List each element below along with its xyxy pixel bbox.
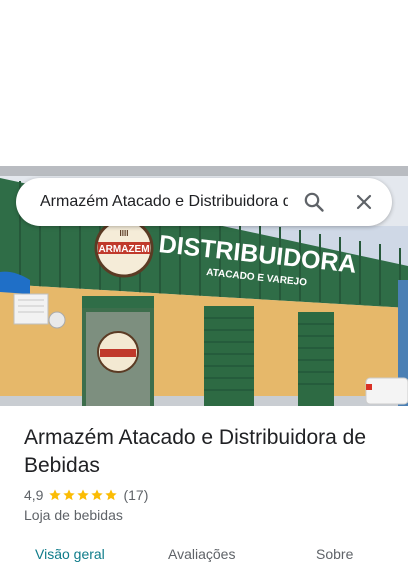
rating-value: 4,9	[24, 487, 44, 503]
tab-about[interactable]: Sobre	[316, 546, 353, 562]
logo-text: ARMAZEM	[98, 244, 149, 255]
review-count[interactable]: (17)	[123, 487, 148, 503]
tab-overview[interactable]: Visão geral	[35, 546, 105, 562]
star-icon	[77, 489, 90, 501]
search-bar[interactable]: Armazém Atacado e Distribuidora de Bebid…	[16, 178, 392, 226]
logo-top-text: IIII	[120, 229, 129, 238]
star-icon	[105, 489, 118, 501]
star-icon	[63, 489, 76, 501]
rating-row[interactable]: 4,9 (17)	[24, 486, 148, 504]
tab-reviews[interactable]: Avaliações	[168, 546, 235, 562]
place-title: Armazém Atacado e Distribuidora de Bebid…	[24, 426, 366, 477]
star-icon	[49, 489, 62, 501]
search-input[interactable]: Armazém Atacado e Distribuidora de Bebid…	[40, 193, 288, 211]
star-icon	[91, 489, 104, 501]
search-icon[interactable]	[302, 190, 326, 214]
place-category: Loja de bebidas	[24, 507, 123, 523]
place-tabs: Visão geral Avaliações Sobre	[0, 536, 408, 572]
star-rating	[48, 488, 118, 502]
close-icon[interactable]	[352, 190, 376, 214]
blank-area	[0, 0, 408, 166]
